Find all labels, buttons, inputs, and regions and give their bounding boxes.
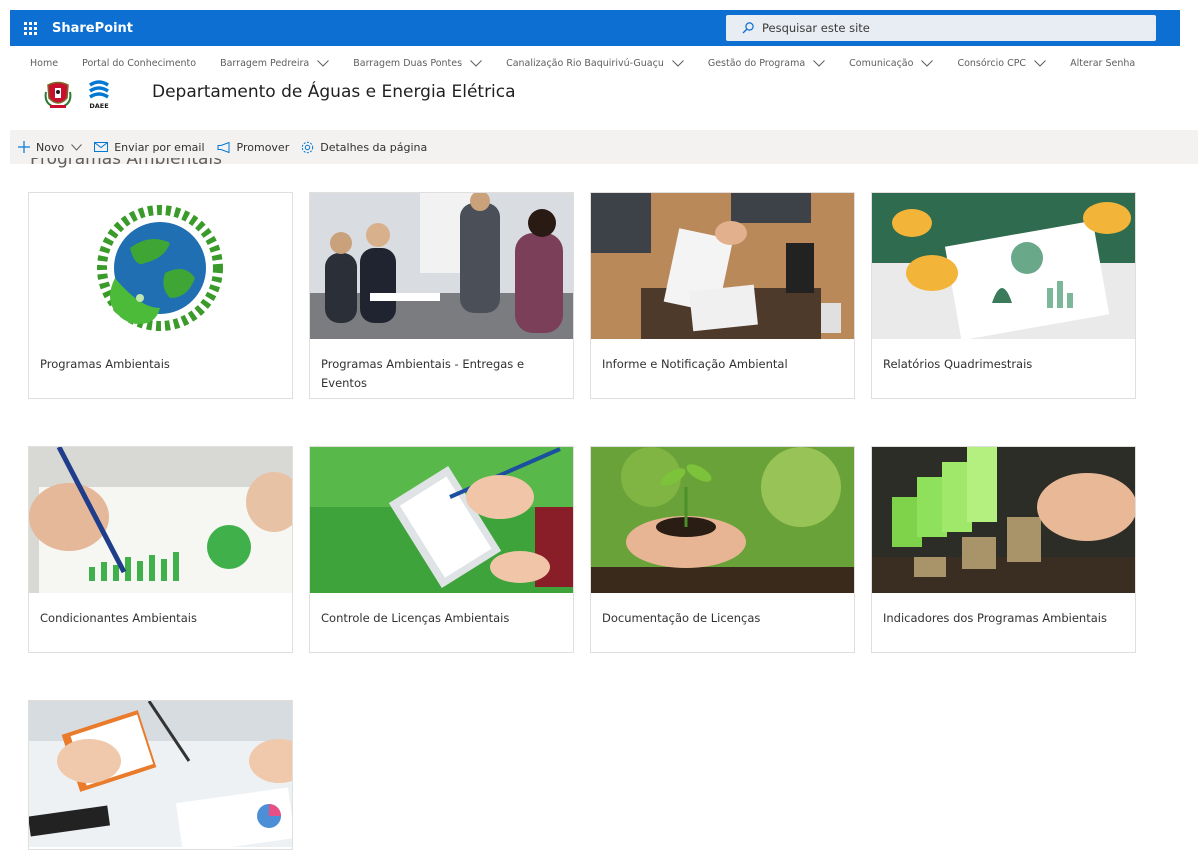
page-details-button[interactable]: Detalhes da página [301, 141, 427, 154]
nav-label: Gestão do Programa [707, 57, 806, 69]
nav-label: Home [30, 57, 59, 69]
tile-documentacao-licencas[interactable]: Documentação de Licenças [590, 446, 855, 653]
nav-label: Barragem Pedreira [220, 57, 310, 69]
tile-informe-notificacao[interactable]: Informe e Notificação Ambiental [590, 192, 855, 399]
nav-label: Alterar Senha [1070, 57, 1136, 69]
tile-image-writing-on-charts [29, 447, 292, 593]
tile-image-clipboard-grass [310, 447, 573, 593]
app-launcher-icon[interactable] [10, 10, 50, 46]
tile-label: Controle de Licenças Ambientais [321, 611, 510, 625]
promote-label: Promover [236, 140, 290, 154]
tile-image-business-meeting [310, 193, 573, 339]
new-button[interactable]: Novo [18, 140, 83, 154]
daee-logo-text: DAEE [89, 102, 108, 110]
tile-programas-ambientais[interactable]: Programas Ambientais [28, 192, 293, 399]
nav-item-canalizacao[interactable]: Canalização Rio Baquirivú-Guaçu [506, 58, 684, 69]
nav-item-portal-conhecimento[interactable]: Portal do Conhecimento [82, 58, 196, 69]
plus-icon [18, 141, 30, 153]
nav-item-home[interactable]: Home [30, 58, 58, 69]
tile-image-document-signing [591, 193, 854, 339]
app-name[interactable]: SharePoint [52, 21, 133, 36]
tile-image-desk-charts [29, 701, 292, 847]
search-input[interactable]: Pesquisar este site [726, 15, 1156, 41]
nav-item-gestao-programa[interactable]: Gestão do Programa [707, 57, 826, 69]
email-button[interactable]: Enviar por email [94, 140, 205, 154]
section-title-text: Programas Ambientais [30, 158, 223, 169]
tile-label: Indicadores dos Programas Ambientais [883, 611, 1107, 625]
tile-relatorios-quadrimestrais[interactable]: Relatórios Quadrimestrais [871, 192, 1136, 399]
chevron-down-icon [470, 59, 482, 67]
tile-image-green-globe [29, 193, 292, 339]
tile-label: Condicionantes Ambientais [40, 611, 197, 625]
tile-image-seedling-in-hands [591, 447, 854, 593]
tile-ninth[interactable] [28, 700, 293, 850]
tile-label: Programas Ambientais - Entregas e Evento… [321, 357, 525, 390]
nav-label: Portal do Conhecimento [82, 57, 197, 69]
chevron-down-icon [317, 59, 330, 67]
gear-icon [302, 141, 314, 153]
search-icon [742, 22, 754, 34]
nav-item-alterar-senha[interactable]: Alterar Senha [1070, 58, 1135, 69]
section-title: Programas Ambientais [30, 158, 222, 172]
suite-bar: SharePoint Pesquisar este site [10, 10, 1180, 46]
nav-item-barragem-duas-pontes[interactable]: Barragem Duas Pontes [353, 58, 482, 69]
tile-label: Informe e Notificação Ambiental [602, 357, 788, 371]
site-logos: DAEE [44, 80, 112, 110]
top-navigation: Home Portal do Conhecimento Barragem Ped… [30, 55, 1198, 71]
chevron-down-icon [671, 59, 684, 67]
tile-controle-licencas[interactable]: Controle de Licenças Ambientais [309, 446, 574, 653]
search-placeholder: Pesquisar este site [762, 21, 870, 35]
tile-label: Documentação de Licenças [602, 611, 761, 625]
nav-item-barragem-pedreira[interactable]: Barragem Pedreira [220, 57, 330, 69]
chevron-down-icon [1034, 59, 1046, 67]
nav-label: Consórcio CPC [957, 57, 1027, 69]
nav-label: Barragem Duas Pontes [353, 57, 463, 69]
nav-item-comunicacao[interactable]: Comunicação [849, 57, 934, 69]
promote-button[interactable]: Promover [217, 140, 290, 154]
tile-entregas-eventos[interactable]: Programas Ambientais - Entregas e Evento… [309, 192, 574, 399]
tile-condicionantes-ambientais[interactable]: Condicionantes Ambientais [28, 446, 293, 653]
tile-label: Relatórios Quadrimestrais [883, 357, 1033, 371]
nav-label: Canalização Rio Baquirivú-Guaçu [506, 57, 664, 69]
new-label: Novo [36, 140, 65, 154]
megaphone-icon [217, 141, 230, 153]
chevron-down-icon [71, 143, 83, 151]
daee-logo[interactable]: DAEE [86, 80, 112, 110]
nav-label: Comunicação [849, 57, 914, 69]
tile-label: Programas Ambientais [40, 357, 170, 371]
site-title[interactable]: Departamento de Águas e Energia Elétrica [152, 82, 516, 102]
chevron-down-icon [813, 59, 826, 67]
nav-item-consorcio-cpc[interactable]: Consórcio CPC [957, 58, 1046, 69]
tile-image-report-charts [872, 193, 1135, 339]
tile-image-growth-bars-coins [872, 447, 1135, 593]
sao-paulo-coat-of-arms-icon[interactable] [44, 80, 72, 110]
chevron-down-icon [921, 59, 934, 67]
email-label: Enviar por email [114, 140, 205, 154]
tile-indicadores-programas[interactable]: Indicadores dos Programas Ambientais [871, 446, 1136, 653]
page-details-label: Detalhes da página [320, 140, 428, 154]
mail-icon [94, 142, 109, 152]
